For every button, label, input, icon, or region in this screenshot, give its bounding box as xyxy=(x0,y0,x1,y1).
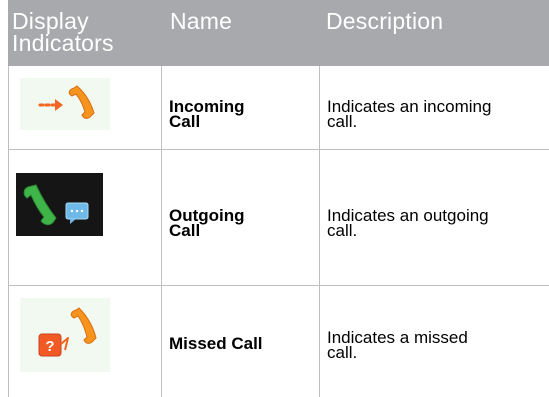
outgoing-call-icon xyxy=(16,173,103,236)
table-header-row: Display Indicators Name Description xyxy=(8,0,549,66)
table-row-incoming-call: Incoming Call Indicates an incoming call… xyxy=(8,66,549,150)
row-name: Incoming Call xyxy=(169,97,245,131)
table-row-outgoing-call: Outgoing Call Indicates an outgoing call… xyxy=(8,150,549,286)
header-description: Description xyxy=(326,8,444,34)
table-row-missed-call: ? Missed Call Indicates a missed call. xyxy=(8,286,549,397)
row-description: Indicates an incoming call. xyxy=(327,97,492,131)
indicator-table: Display Indicators Name Description Inco… xyxy=(8,0,549,397)
row-name: Missed Call xyxy=(169,334,263,353)
svg-text:?: ? xyxy=(45,338,54,355)
missed-call-icon: ? xyxy=(20,298,110,372)
header-name: Name xyxy=(170,8,233,34)
incoming-call-icon xyxy=(20,78,110,130)
row-description: Indicates a missed call. xyxy=(327,328,468,362)
row-name: Outgoing Call xyxy=(169,206,245,240)
header-display-indicators: Display Indicators xyxy=(12,8,114,56)
row-description: Indicates an outgoing call. xyxy=(327,206,489,240)
